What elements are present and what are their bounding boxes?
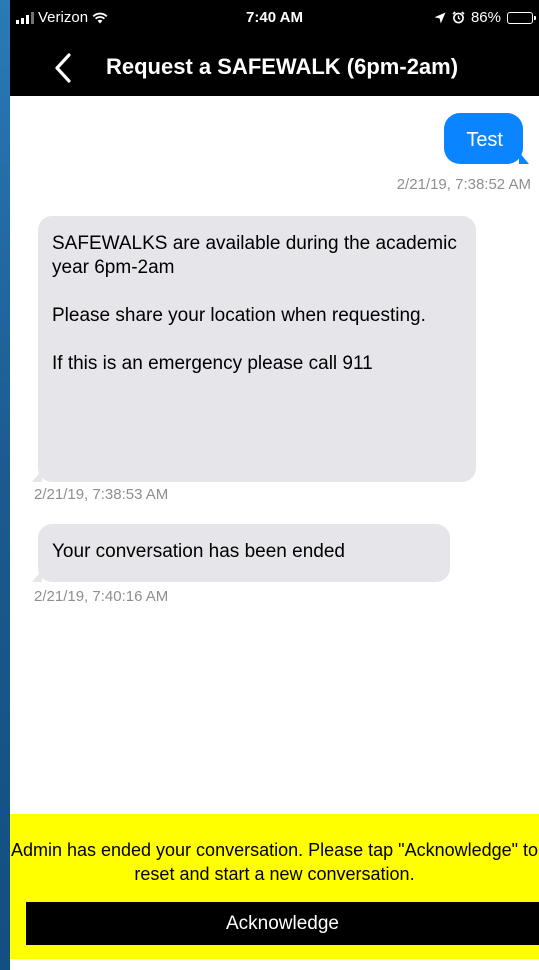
alarm-icon (452, 11, 465, 24)
battery-percent: 86% (470, 9, 501, 26)
page-title: Request a SAFEWALK (6pm-2am) (106, 54, 459, 79)
message-line: Please share your location when requesti… (52, 305, 426, 326)
status-bar: Verizon 7:40 AM 86% (10, 0, 539, 40)
chat-thread[interactable]: Test 2/21/19, 7:38:52 AM SAFEWALKS are a… (10, 96, 539, 814)
incoming-message-bubble: SAFEWALKS are available during the acade… (32, 216, 476, 482)
back-button[interactable] (52, 52, 76, 84)
outgoing-message-timestamp: 2/21/19, 7:38:52 AM (396, 176, 531, 193)
bottom-safe-area (10, 959, 539, 970)
incoming-message-bubble: Your conversation has been ended (32, 524, 450, 582)
message-line: SAFEWALKS are available during the acade… (52, 233, 457, 278)
status-right: 86% (434, 9, 536, 26)
outgoing-message-bubble: Test (444, 113, 529, 164)
location-arrow-icon (434, 12, 446, 23)
acknowledge-button[interactable]: Acknowledge (26, 902, 539, 945)
message-line: If this is an emergency please call 911 (52, 353, 373, 374)
chevron-left-icon (55, 53, 71, 83)
incoming-message-timestamp: 2/21/19, 7:40:16 AM (34, 588, 169, 605)
conversation-ended-banner: Admin has ended your conversation. Pleas… (10, 814, 539, 959)
nav-bar: Request a SAFEWALK (6pm-2am) (10, 40, 539, 96)
incoming-message-timestamp: 2/21/19, 7:38:53 AM (34, 486, 169, 503)
battery-icon (507, 11, 536, 24)
banner-message: Admin has ended your conversation. Pleas… (10, 840, 539, 884)
